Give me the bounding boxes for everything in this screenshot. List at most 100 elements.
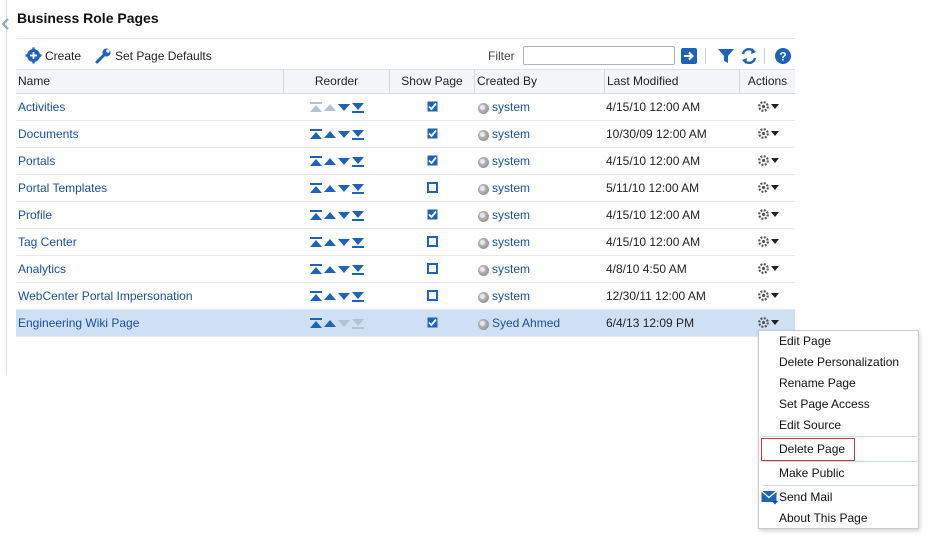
row-actions-button[interactable] <box>757 127 779 140</box>
move-up-icon[interactable] <box>324 129 336 140</box>
page-name-link[interactable]: Portals <box>18 154 55 168</box>
menu-item-edit-source[interactable]: Edit Source <box>779 416 841 434</box>
table-row[interactable]: Documents system 10/30/09 12:00 AM <box>16 121 795 148</box>
move-down-icon[interactable] <box>338 156 350 167</box>
move-up-icon[interactable] <box>324 264 336 275</box>
created-by-link[interactable]: Syed Ahmed <box>492 310 560 336</box>
page-name-link[interactable]: Profile <box>18 208 52 222</box>
table-row[interactable]: Portal Templates system 5/11/10 12:00 AM <box>16 175 795 202</box>
page-name-link[interactable]: Engineering Wiki Page <box>18 316 139 330</box>
menu-item-send-mail[interactable]: Send Mail <box>779 488 832 506</box>
menu-item-delete-personalization[interactable]: Delete Personalization <box>779 353 899 371</box>
created-by-link[interactable]: system <box>492 121 530 147</box>
page-name-link[interactable]: Documents <box>18 127 79 141</box>
menu-item-rename-page[interactable]: Rename Page <box>779 374 856 392</box>
checkbox-checked-icon[interactable] <box>427 101 438 112</box>
column-header-show-page[interactable]: Show Page <box>390 70 475 94</box>
row-actions-button[interactable] <box>757 208 779 221</box>
row-actions-button[interactable] <box>757 154 779 167</box>
move-bottom-icon[interactable] <box>352 129 364 140</box>
table-row[interactable]: Portals system 4/15/10 12:00 AM <box>16 148 795 175</box>
menu-item-delete-page[interactable]: Delete Page <box>779 440 845 458</box>
move-bottom-icon[interactable] <box>352 291 364 302</box>
move-down-icon[interactable] <box>338 183 350 194</box>
column-header-created-by[interactable]: Created By <box>475 70 605 94</box>
page-name-link[interactable]: WebCenter Portal Impersonation <box>18 289 193 303</box>
created-by-link[interactable]: system <box>492 94 530 120</box>
page-name-link[interactable]: Activities <box>18 100 65 114</box>
page-name-link[interactable]: Tag Center <box>18 235 77 249</box>
filter-input[interactable] <box>523 46 675 65</box>
move-top-icon[interactable] <box>310 236 322 248</box>
move-down-icon[interactable] <box>338 291 350 302</box>
created-by-link[interactable]: system <box>492 283 530 309</box>
move-bottom-icon[interactable] <box>352 210 364 221</box>
help-icon[interactable]: ? <box>774 47 792 65</box>
move-bottom-icon[interactable] <box>352 183 364 194</box>
row-actions-button[interactable] <box>757 316 779 329</box>
move-down-icon[interactable] <box>338 237 350 248</box>
refresh-icon[interactable] <box>740 47 758 65</box>
move-top-icon[interactable] <box>310 263 322 275</box>
move-top-icon[interactable] <box>310 155 322 167</box>
checkbox-checked-icon[interactable] <box>427 155 438 166</box>
row-actions-button[interactable] <box>757 262 779 275</box>
created-by-link[interactable]: system <box>492 229 530 255</box>
checkbox-checked-icon[interactable] <box>427 209 438 220</box>
create-button[interactable]: Create <box>25 47 81 64</box>
move-top-icon[interactable] <box>310 290 322 302</box>
move-bottom-icon[interactable] <box>352 264 364 275</box>
row-actions-button[interactable] <box>757 235 779 248</box>
row-actions-button[interactable] <box>757 289 779 302</box>
page-name-link[interactable]: Portal Templates <box>18 181 107 195</box>
move-bottom-icon[interactable] <box>352 102 364 113</box>
row-actions-button[interactable] <box>757 100 779 113</box>
move-down-icon[interactable] <box>338 264 350 275</box>
move-down-icon[interactable] <box>338 210 350 221</box>
column-header-actions[interactable]: Actions <box>740 70 795 94</box>
move-up-icon[interactable] <box>324 156 336 167</box>
move-down-icon[interactable] <box>338 129 350 140</box>
menu-item-make-public[interactable]: Make Public <box>779 464 844 482</box>
page-name-link[interactable]: Analytics <box>18 262 66 276</box>
move-up-icon[interactable] <box>324 210 336 221</box>
funnel-icon[interactable] <box>717 47 735 65</box>
move-top-icon[interactable] <box>310 128 322 140</box>
table-row[interactable]: WebCenter Portal Impersonation system 12/3… <box>16 283 795 310</box>
table-row[interactable]: Analytics system 4/8/10 4:50 AM <box>16 256 795 283</box>
column-header-last-modified[interactable]: Last Modified <box>605 70 740 94</box>
checkbox-checked-icon[interactable] <box>427 128 438 139</box>
move-up-icon[interactable] <box>324 291 336 302</box>
move-top-icon[interactable] <box>310 209 322 221</box>
move-down-icon[interactable] <box>338 102 350 113</box>
move-top-icon[interactable] <box>310 317 322 329</box>
set-page-defaults-button[interactable]: Set Page Defaults <box>95 47 212 64</box>
row-actions-button[interactable] <box>757 181 779 194</box>
column-header-name[interactable]: Name <box>16 70 284 94</box>
column-header-reorder[interactable]: Reorder <box>284 70 390 94</box>
created-by-link[interactable]: system <box>492 256 530 282</box>
move-bottom-icon[interactable] <box>352 156 364 167</box>
move-up-icon[interactable] <box>324 318 336 329</box>
collapse-panel-icon[interactable] <box>0 18 10 30</box>
created-by-link[interactable]: system <box>492 202 530 228</box>
checkbox-unchecked-icon[interactable] <box>427 182 438 194</box>
checkbox-checked-icon[interactable] <box>427 317 438 328</box>
table-row[interactable]: Activities system 4/15/10 12:00 AM <box>16 94 795 121</box>
created-by-link[interactable]: system <box>492 148 530 174</box>
table-row[interactable]: Tag Center system 4/15/10 12:00 AM <box>16 229 795 256</box>
move-top-icon[interactable] <box>310 182 322 194</box>
created-by-link[interactable]: system <box>492 175 530 201</box>
move-bottom-icon[interactable] <box>352 237 364 248</box>
table-row[interactable]: Engineering Wiki Page Syed Ahmed 6/4/13 12… <box>16 310 795 337</box>
menu-item-edit-page[interactable]: Edit Page <box>779 332 831 350</box>
checkbox-unchecked-icon[interactable] <box>427 263 438 275</box>
filter-go-icon[interactable] <box>680 47 698 65</box>
move-up-icon[interactable] <box>324 183 336 194</box>
move-up-icon[interactable] <box>324 237 336 248</box>
menu-item-set-page-access[interactable]: Set Page Access <box>779 395 870 413</box>
checkbox-unchecked-icon[interactable] <box>427 236 438 248</box>
table-row[interactable]: Profile system 4/15/10 12:00 AM <box>16 202 795 229</box>
checkbox-unchecked-icon[interactable] <box>427 290 438 302</box>
menu-item-about-this-page[interactable]: About This Page <box>779 509 868 527</box>
